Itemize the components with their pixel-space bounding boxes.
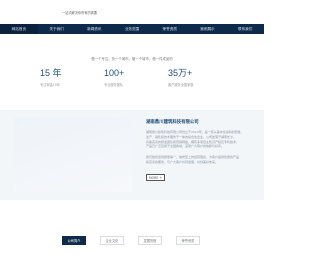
section-slogan: 做一个专注、负一个城市、做一个城市、做一件成品的 (91, 57, 173, 61)
nav-item-honors[interactable]: 荣誉资质 (151, 24, 189, 34)
stat-value: 35万+ (168, 68, 193, 78)
more-button[interactable]: MORE + (146, 174, 165, 181)
nav-item-business[interactable]: 业务范围 (113, 24, 151, 34)
nav-item-home[interactable]: 网站首页 (0, 24, 38, 34)
stat-label: 专业服务团队 (104, 83, 124, 87)
nav-item-news[interactable]: 新闻资讯 (75, 24, 113, 34)
stat-value: 100+ (104, 68, 125, 78)
tab-honors[interactable]: 荣誉资质 (176, 236, 200, 245)
nav-item-about[interactable]: 关于我们 (38, 24, 76, 34)
tab-corporate-culture[interactable]: 企业文化 (100, 236, 124, 245)
header-tagline: 一站式解决你所有的需要 (62, 11, 98, 15)
about-paragraph-1: 湖南鼎川建筑科技有限公司创立于2013年，是一家从事水性涂料的研发、 生产、销售… (146, 130, 264, 149)
stat-customers: 35万+ 客户服务全国家庭 (168, 68, 228, 87)
about-line: 产品已广泛应用于全国各地，深受广大客户的信赖与好评。 (146, 144, 225, 149)
nav-item-cases[interactable]: 案例展示 (189, 24, 227, 34)
about-line: 和完善的服务，与广大客户共同发展，共创美好未来。 (146, 159, 219, 164)
top-bar: 一站式解决你所有的需要 (0, 0, 264, 24)
tab-company-profile[interactable]: 公司简介 (62, 236, 86, 245)
stat-years: 15 年 专注家装15年 (40, 68, 100, 87)
about-title: 湖南鼎川建筑科技有限公司 (146, 120, 199, 125)
about-section: 湖南鼎川建筑科技有限公司 湖南鼎川建筑科技有限公司创立于2013年，是一家从事水… (0, 110, 264, 200)
stat-team: 100+ 专业服务团队 (104, 68, 164, 87)
tab-development-history[interactable]: 发展历程 (138, 236, 162, 245)
stat-label: 专注家装15年 (40, 83, 60, 87)
about-paragraph-2: 我们始终坚持质量第一、信誉至上的经营理念，为客户提供优质的产品 和完善的服务，与… (146, 155, 264, 165)
about-image (14, 118, 132, 192)
nav-item-contact[interactable]: 联系我们 (226, 24, 264, 34)
about-tabs: 公司简介 企业文化 发展历程 荣誉资质 (0, 236, 264, 246)
company-logo[interactable] (6, 6, 64, 17)
stat-value: 15 年 (40, 68, 62, 78)
main-nav: 网站首页 关于我们 新闻资讯 业务范围 荣誉资质 案例展示 联系我们 (0, 24, 264, 34)
stats-row: 15 年 专注家装15年 100+ 专业服务团队 35万+ 客户服务全国家庭 (0, 68, 264, 94)
stat-label: 客户服务全国家庭 (168, 83, 194, 87)
